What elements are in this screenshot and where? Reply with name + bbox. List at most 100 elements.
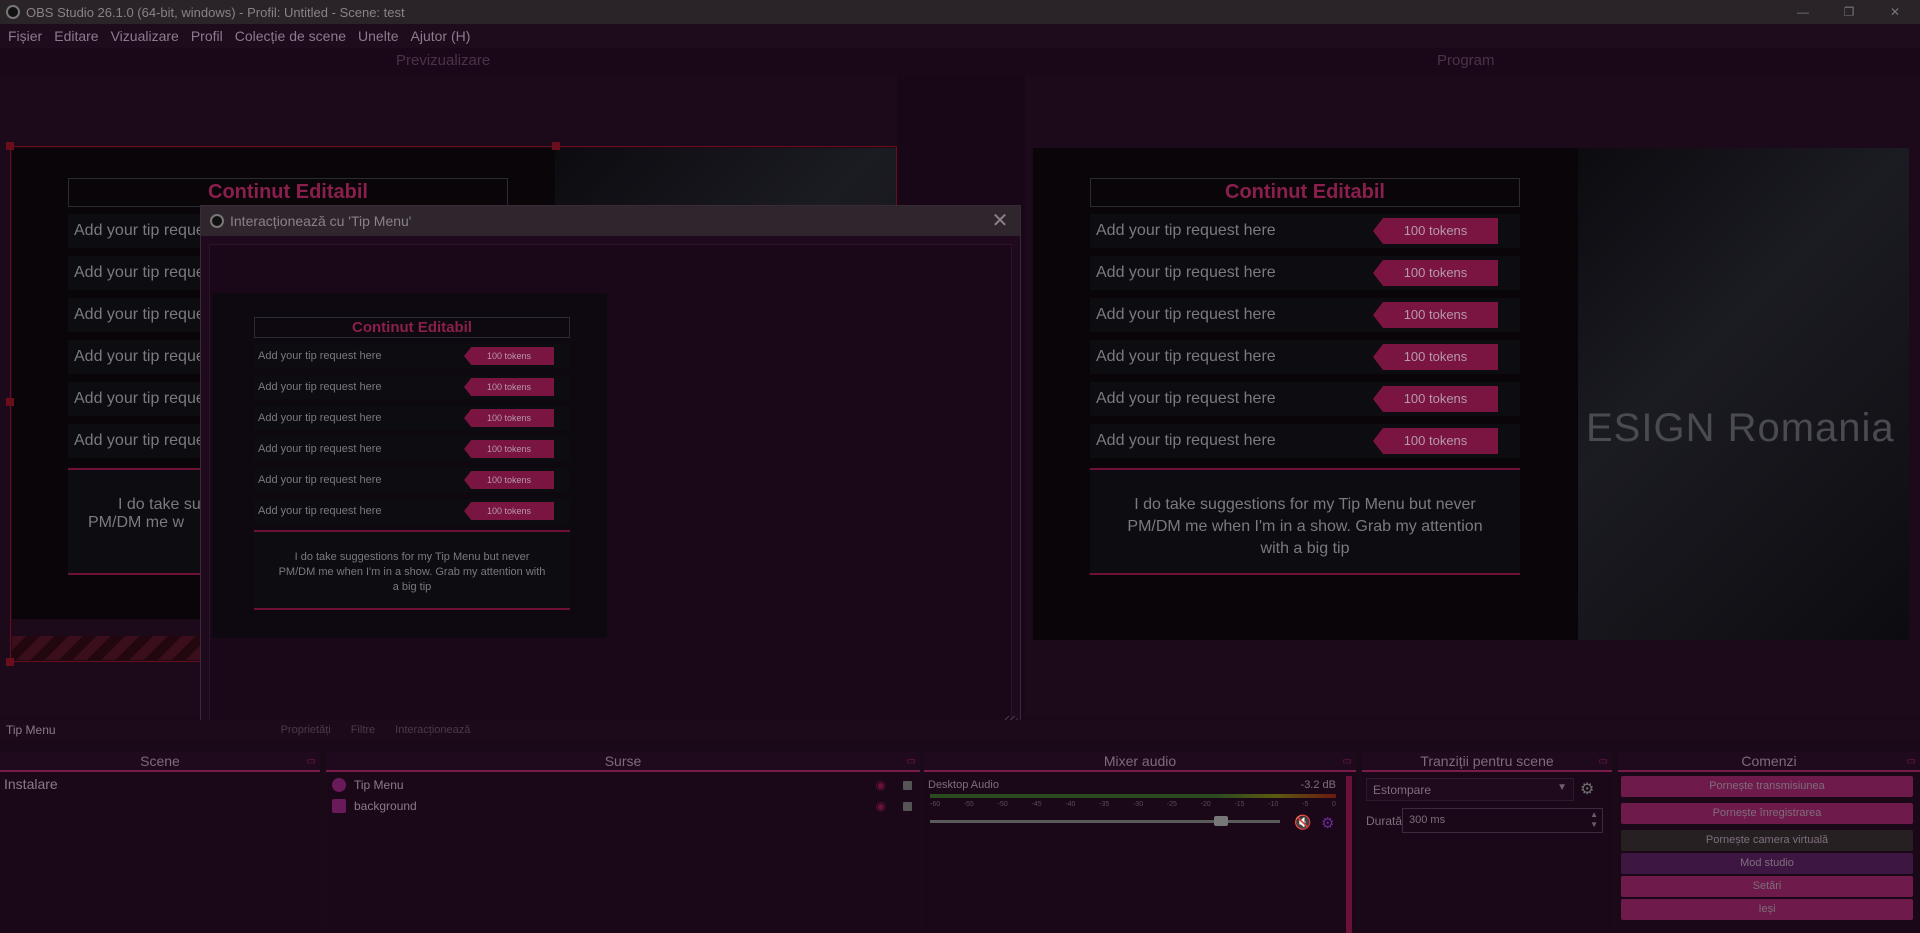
resize-handle[interactable]	[6, 658, 14, 666]
start-recording-button[interactable]: Pornește înregistrarea	[1621, 803, 1913, 824]
program-tip-row: Add your tip request here 100 tokens	[1090, 298, 1520, 332]
dialog-tip-title: Continut Editabil	[254, 317, 570, 338]
dock-options-icon[interactable]: ▭	[1907, 752, 1916, 771]
window-titlebar: OBS Studio 26.1.0 (64-bit, windows) - Pr…	[0, 0, 1920, 24]
meter-ticks: -60 -55 -50 -45 -40 -35 -30 -25 -20 -15 -10 -5 0	[930, 801, 1336, 808]
program-tip-row: Add your tip request here 100 tokens	[1090, 340, 1520, 374]
program-tip-title: Continut Editabil	[1090, 178, 1520, 207]
dialog-close-icon[interactable]: ✕	[988, 209, 1012, 233]
program-tip-row: Add your tip request here 100 tokens	[1090, 256, 1520, 290]
dock-options-icon[interactable]: ▭	[1599, 752, 1608, 771]
dock-options-icon[interactable]: ▭	[1343, 752, 1352, 771]
settings-button[interactable]: Setări	[1621, 876, 1913, 897]
program-tip-row: Add your tip request here 100 tokens	[1090, 424, 1520, 458]
dialog-browser-view[interactable]: Continut Editabil Add your tip request h…	[209, 244, 1012, 724]
dialog-tip-note: I do take suggestions for my Tip Menu bu…	[254, 530, 570, 610]
transition-select[interactable]: Estompare ▼	[1366, 778, 1574, 801]
close-window-icon[interactable]: ✕	[1872, 0, 1918, 24]
exit-button[interactable]: Ieși	[1621, 899, 1913, 920]
lock-icon[interactable]	[903, 781, 912, 790]
gear-icon[interactable]: ⚙	[1321, 814, 1334, 832]
dialog-tip-scene[interactable]: Continut Editabil Add your tip request h…	[212, 293, 607, 638]
chevron-down-icon: ▼	[1557, 782, 1567, 793]
sources-dock: Surse ▭ Tip Menu ◉ background ◉	[326, 752, 920, 933]
preview-label: Previzualizare	[396, 52, 491, 69]
controls-dock-header: Comenzi ▭	[1618, 752, 1920, 772]
obs-logo-icon	[6, 5, 20, 19]
menu-file[interactable]: Fișier	[2, 28, 48, 44]
interact-dialog: Interacționează cu 'Tip Menu' ✕ Continut…	[200, 205, 1021, 733]
mixer-scrollbar[interactable]	[1346, 776, 1352, 933]
dialog-titlebar[interactable]: Interacționează cu 'Tip Menu' ✕	[201, 206, 1020, 236]
gear-icon[interactable]: ⚙	[1580, 779, 1594, 799]
dialog-title: Interacționează cu 'Tip Menu'	[230, 213, 412, 229]
dialog-tip-row[interactable]: Add your tip request here 100 tokens	[254, 437, 570, 461]
source-item[interactable]: background ◉	[326, 795, 920, 816]
start-virtual-camera-button[interactable]: Pornește camera virtuală	[1621, 830, 1913, 851]
program-tip-row: Add your tip request here 100 tokens	[1090, 382, 1520, 416]
scenes-dock-header: Scene ▭	[0, 752, 320, 772]
duration-label: Durată	[1366, 814, 1403, 828]
maximize-icon[interactable]: ❐	[1826, 0, 1872, 24]
mute-icon[interactable]: 🔇	[1294, 814, 1311, 831]
minimize-icon[interactable]: —	[1780, 0, 1826, 24]
selected-source-label: Tip Menu	[6, 723, 56, 737]
source-toolbar: Tip Menu Proprietăți Filtre Interacțione…	[0, 720, 1920, 740]
studio-mode-button[interactable]: Mod studio	[1621, 853, 1913, 874]
dialog-tip-row[interactable]: Add your tip request here 100 tokens	[254, 406, 570, 430]
window-title: OBS Studio 26.1.0 (64-bit, windows) - Pr…	[26, 4, 405, 20]
transitions-dock-header: Tranziții pentru scene ▭	[1362, 752, 1612, 772]
dock-options-icon[interactable]: ▭	[307, 752, 316, 771]
program-scene: ESIGN Romania Continut Editabil Add your…	[1033, 148, 1909, 640]
image-icon	[332, 798, 346, 813]
program-watermark: ESIGN Romania	[1586, 406, 1895, 450]
volume-meter	[930, 794, 1336, 798]
channel-name: Desktop Audio	[928, 779, 999, 791]
audio-mixer-dock: Mixer audio ▭ Desktop Audio -3.2 dB -60 -5…	[924, 752, 1356, 933]
dialog-tip-row[interactable]: Add your tip request here 100 tokens	[254, 375, 570, 399]
dialog-tip-row[interactable]: Add your tip request here 100 tokens	[254, 468, 570, 492]
scene-item[interactable]: Instalare	[0, 774, 320, 794]
channel-db: -3.2 dB	[1300, 779, 1336, 791]
source-item[interactable]: Tip Menu ◉	[326, 774, 920, 795]
menu-help[interactable]: Ajutor (H)	[405, 28, 477, 44]
dialog-tip-row[interactable]: Add your tip request here 100 tokens	[254, 344, 570, 368]
properties-button[interactable]: Proprietăți	[281, 724, 331, 736]
duration-input[interactable]: 300 ms ▲ ▼	[1402, 808, 1603, 833]
menu-tools[interactable]: Unelte	[352, 28, 404, 44]
program-tip-row: Add your tip request here 100 tokens	[1090, 214, 1520, 248]
mixer-channel: Desktop Audio -3.2 dB -60 -55 -50 -45 -40 -35…	[924, 774, 1356, 933]
visibility-eye-icon[interactable]: ◉	[876, 778, 886, 792]
sources-dock-header: Surse ▭	[326, 752, 920, 772]
interact-button[interactable]: Interacționează	[395, 724, 470, 736]
globe-icon	[332, 777, 346, 792]
controls-body: Pornește transmisiunea Pornește înregist…	[1618, 774, 1920, 933]
menu-scene-collection[interactable]: Colecție de scene	[229, 28, 352, 44]
volume-slider-handle[interactable]	[1214, 816, 1228, 826]
visibility-eye-icon[interactable]: ◉	[876, 799, 886, 813]
filters-button[interactable]: Filtre	[351, 724, 375, 736]
obs-logo-icon	[210, 214, 224, 228]
dialog-tip-menu: Continut Editabil Add your tip request h…	[254, 317, 570, 610]
program-tip-menu: Continut Editabil Add your tip request h…	[1090, 178, 1520, 575]
resize-handle[interactable]	[6, 142, 14, 150]
controls-dock: Comenzi ▭ Pornește transmisiunea Pornește…	[1618, 752, 1920, 933]
sources-list: Tip Menu ◉ background ◉	[326, 774, 920, 933]
program-background-art	[1578, 148, 1909, 640]
lock-icon[interactable]	[903, 802, 912, 811]
spinner-icon[interactable]: ▲ ▼	[1590, 810, 1598, 830]
menu-view[interactable]: Vizualizare	[105, 28, 185, 44]
dock-options-icon[interactable]: ▭	[907, 752, 916, 771]
transitions-dock: Tranziții pentru scene ▭ Estompare ▼ ⚙ Dur…	[1362, 752, 1612, 933]
menu-profile[interactable]: Profil	[185, 28, 229, 44]
scenes-list: Instalare	[0, 774, 320, 933]
menu-bar: Fișier Editare Vizualizare Profil Colecț…	[0, 24, 1920, 48]
mixer-dock-header: Mixer audio ▭	[924, 752, 1356, 772]
resize-handle[interactable]	[6, 398, 14, 406]
start-streaming-button[interactable]: Pornește transmisiunea	[1621, 776, 1913, 797]
transitions-body: Estompare ▼ ⚙ Durată 300 ms ▲ ▼	[1362, 774, 1612, 933]
resize-handle[interactable]	[552, 142, 560, 150]
menu-edit[interactable]: Editare	[48, 28, 104, 44]
dialog-tip-row[interactable]: Add your tip request here 100 tokens	[254, 499, 570, 523]
program-label: Program	[1437, 52, 1495, 69]
